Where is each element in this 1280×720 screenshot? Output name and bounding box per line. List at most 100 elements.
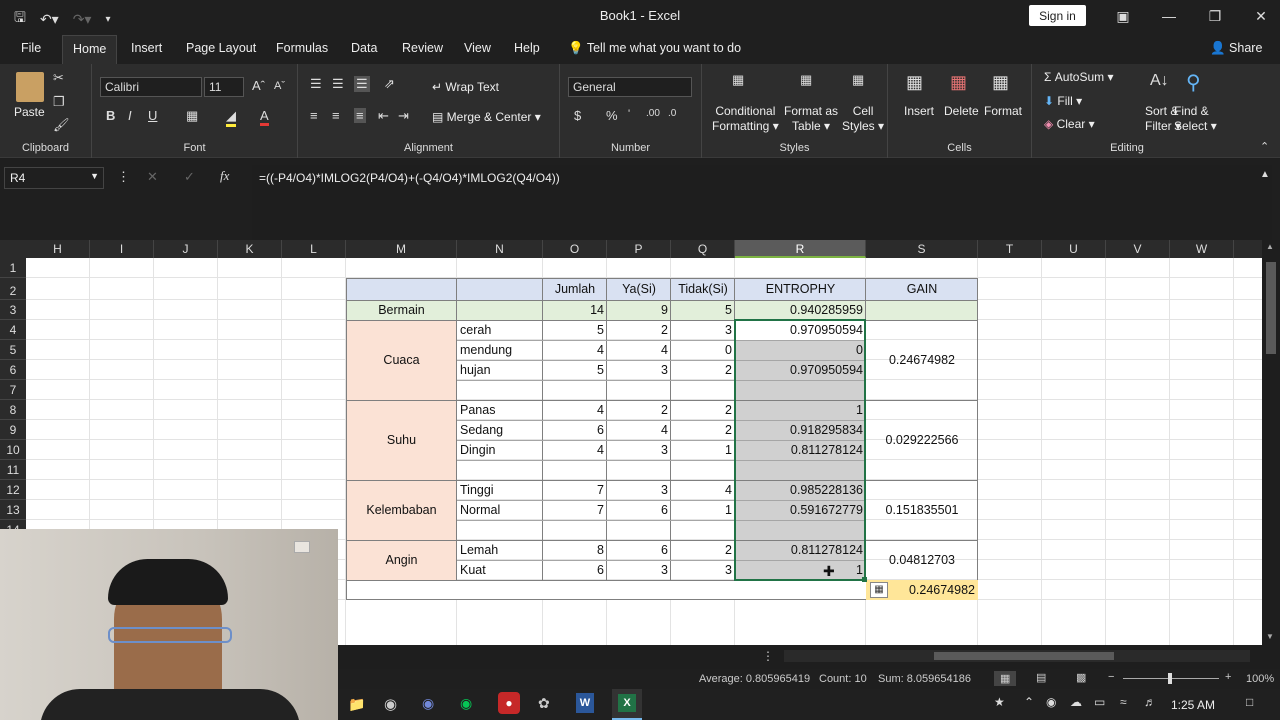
insert-button[interactable]: Insert [904,104,934,118]
count-ya[interactable]: 3 [607,440,671,460]
attribute-value[interactable]: Tinggi [457,480,543,500]
zoom-level[interactable]: 100% [1246,673,1274,685]
chrome-icon[interactable]: ◉ [384,695,397,713]
count-ya[interactable]: 3 [607,560,671,580]
row-header-11[interactable]: 11 [0,460,26,480]
scroll-down-icon[interactable]: ▼ [1266,632,1274,641]
decrease-decimal-icon[interactable]: .0 [668,108,676,119]
tab-view[interactable]: View [464,41,491,55]
column-header-o[interactable]: O [543,240,607,258]
clock[interactable]: 1:25 AM [1171,698,1215,712]
attribute-value[interactable]: cerah [457,320,543,340]
zoom-slider-thumb[interactable] [1168,673,1172,684]
total-label[interactable]: Bermain [346,300,457,320]
currency-icon[interactable]: $ [574,108,581,123]
top-align-icon[interactable]: ☰ [310,76,322,92]
horizontal-scroll-thumb[interactable] [934,652,1114,660]
column-header-l[interactable]: L [282,240,346,258]
total-jumlah[interactable]: 14 [543,300,607,320]
attribute-value[interactable]: Kuat [457,560,543,580]
increase-decimal-icon[interactable]: .00 [646,108,660,119]
attribute-value[interactable]: Panas [457,400,543,420]
paste-button[interactable]: Paste [14,105,45,119]
column-header-j[interactable]: J [154,240,218,258]
number-format-select[interactable]: General [568,77,692,97]
quick-analysis-icon[interactable]: ▦ [870,582,888,598]
entropy-value[interactable]: 1 [735,560,866,580]
count-tidak[interactable]: 2 [671,420,735,440]
group-gain[interactable]: 0.029222566 [866,400,978,480]
wrap-text-button[interactable]: ↵ Wrap Text [432,80,499,94]
onedrive-icon[interactable]: ☁ [1070,695,1082,709]
security-icon[interactable]: ◉ [1046,695,1056,709]
total-tidak[interactable]: 5 [671,300,735,320]
tab-split-icon[interactable]: ⋮ [762,649,774,663]
header-tidak[interactable]: Tidak(Si) [671,278,735,300]
count-ya[interactable]: 2 [607,400,671,420]
row-header-12[interactable]: 12 [0,480,26,500]
underline-icon[interactable]: U [148,108,157,123]
attribute-value[interactable]: mendung [457,340,543,360]
tab-data[interactable]: Data [351,41,377,55]
wifi-icon[interactable]: ≈ [1120,695,1127,709]
conditional-formatting-icon[interactable]: ▦ [732,72,744,88]
total-ya[interactable]: 9 [607,300,671,320]
row-header-10[interactable]: 10 [0,440,26,460]
decrease-font-icon[interactable]: Aˇ [274,80,285,92]
page-break-view-icon[interactable]: ▩ [1076,671,1086,684]
count-jumlah[interactable]: 5 [543,360,607,380]
format-painter-icon[interactable]: 🖌 [53,117,70,133]
ribbon-display-icon[interactable]: ▣ [1100,0,1146,32]
close-icon[interactable]: ✕ [1238,0,1280,32]
font-size-select[interactable]: 11 [204,77,244,97]
header-entropy[interactable]: ENTROPHY [735,278,866,300]
count-ya[interactable]: 4 [607,340,671,360]
bold-icon[interactable]: B [106,108,115,123]
count-tidak[interactable]: 4 [671,480,735,500]
entropy-value[interactable]: 0 [735,340,866,360]
column-header-h[interactable]: H [26,240,90,258]
count-ya[interactable]: 6 [607,500,671,520]
count-tidak[interactable]: 0 [671,340,735,360]
count-ya[interactable]: 4 [607,420,671,440]
insert-function-icon[interactable]: fx [220,168,229,184]
paste-icon[interactable] [16,72,44,102]
cell-styles-icon[interactable]: ▦ [852,72,864,88]
column-header-t[interactable]: T [978,240,1042,258]
count-jumlah[interactable]: 4 [543,400,607,420]
row-header-9[interactable]: 9 [0,420,26,440]
column-header-v[interactable]: V [1106,240,1170,258]
increase-font-icon[interactable]: Aˆ [252,78,265,93]
count-tidak[interactable]: 1 [671,440,735,460]
collapse-ribbon-icon[interactable]: ⌃ [1260,140,1269,153]
excel-taskbar-button[interactable]: X [612,689,642,720]
header-gain[interactable]: GAIN [866,278,978,300]
sign-in-button[interactable]: Sign in [1029,5,1086,26]
count-tidak[interactable]: 2 [671,360,735,380]
align-right-icon[interactable]: ≡ [354,108,366,123]
count-jumlah[interactable]: 8 [543,540,607,560]
count-jumlah[interactable]: 7 [543,480,607,500]
tab-insert[interactable]: Insert [131,41,162,55]
copy-icon[interactable]: ❐ [53,94,65,110]
column-header-s[interactable]: S [866,240,978,258]
entropy-value[interactable]: 0.918295834 [735,420,866,440]
group-label[interactable]: Suhu [346,400,457,480]
horizontal-scrollbar[interactable] [784,650,1250,662]
notifications-icon[interactable]: □ [1246,695,1253,709]
scroll-up-icon[interactable]: ▲ [1266,242,1274,251]
file-explorer-icon[interactable]: 📁 [348,696,365,713]
font-name-select[interactable]: Calibri [100,77,202,97]
attribute-value[interactable]: Lemah [457,540,543,560]
group-gain[interactable]: 0.151835501 [866,480,978,540]
row-header-2[interactable]: 2 [0,278,26,300]
cut-icon[interactable]: ✂ [53,70,64,86]
attribute-value[interactable]: Dingin [457,440,543,460]
clear-button[interactable]: ◈ Clear ▾ [1044,117,1095,131]
middle-align-icon[interactable]: ☰ [332,76,344,92]
comma-icon[interactable]: ' [628,108,630,120]
column-header-p[interactable]: P [607,240,671,258]
entropy-value[interactable]: 0.985228136 [735,480,866,500]
delete-button[interactable]: Delete [944,104,979,118]
word-icon[interactable]: W [576,693,594,713]
